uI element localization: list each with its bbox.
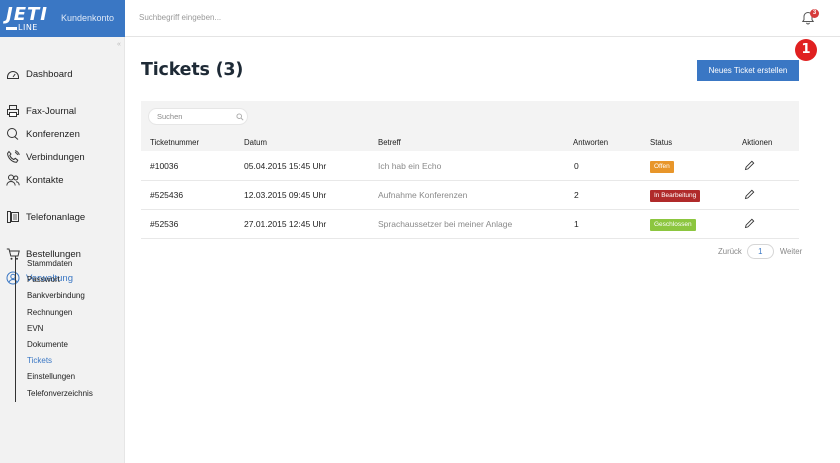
sidebar-subitem-bankverbindung[interactable]: Bankverbindung bbox=[16, 288, 93, 304]
table-row[interactable]: #10036 05.04.2015 15:45 Uhr Ich hab ein … bbox=[141, 152, 799, 181]
sidebar-subitem-telefonverzeichnis[interactable]: Telefonverzeichnis bbox=[16, 386, 93, 402]
sidebar-subitem-tickets[interactable]: Tickets bbox=[16, 353, 93, 369]
sidebar-item-kontakte[interactable]: Kontakte bbox=[6, 172, 64, 188]
new-ticket-button[interactable]: Neues Ticket erstellen bbox=[697, 60, 799, 81]
sidebar-item-telefonanlage[interactable]: Telefonanlage bbox=[6, 209, 85, 225]
ticket-answers: 1 bbox=[574, 219, 579, 229]
pagination-current-page[interactable]: 1 bbox=[746, 244, 774, 259]
collapse-sidebar-icon[interactable]: « bbox=[117, 41, 121, 48]
dashboard-icon bbox=[7, 71, 19, 79]
notification-count-badge: 3 bbox=[810, 9, 819, 18]
table-search-input[interactable] bbox=[157, 112, 231, 121]
chat-icon bbox=[7, 128, 19, 140]
jetiline-logo: JETI LINE bbox=[6, 4, 56, 32]
column-header-ticketnummer[interactable]: Ticketnummer bbox=[150, 138, 199, 147]
sidebar-item-label: Dashboard bbox=[26, 68, 73, 80]
search-icon bbox=[236, 113, 244, 121]
ticket-answers: 2 bbox=[574, 190, 579, 200]
verwaltung-subnav: Stammdaten Passwort Bankverbindung Rechn… bbox=[15, 256, 93, 402]
ticket-date: 12.03.2015 09:45 Uhr bbox=[244, 190, 327, 200]
ticket-number: #10036 bbox=[150, 161, 179, 171]
sidebar-item-dashboard[interactable]: Dashboard bbox=[6, 66, 72, 82]
sidebar-item-label: Fax-Journal bbox=[26, 105, 77, 117]
sidebar-item-label: Kontakte bbox=[26, 174, 64, 186]
table-row[interactable]: #52536 27.01.2015 12:45 Uhr Sprachausset… bbox=[141, 210, 799, 239]
sidebar-item-konferenzen[interactable]: Konferenzen bbox=[6, 126, 80, 142]
sidebar-subitem-stammdaten[interactable]: Stammdaten bbox=[16, 256, 93, 272]
status-badge: In Bearbeitung bbox=[650, 190, 701, 202]
sidebar-item-label: Konferenzen bbox=[26, 128, 80, 140]
page-title: Tickets (3) bbox=[141, 60, 244, 80]
ticket-number: #52536 bbox=[150, 219, 179, 229]
pencil-icon[interactable] bbox=[744, 160, 755, 171]
ticket-date: 27.01.2015 12:45 Uhr bbox=[244, 219, 327, 229]
phone-system-icon bbox=[7, 211, 19, 223]
status-badge: Geschlossen bbox=[650, 219, 696, 231]
pagination: Zurück 1 Weiter bbox=[718, 244, 802, 259]
column-header-antworten[interactable]: Antworten bbox=[573, 138, 608, 147]
sidebar-subitem-rechnungen[interactable]: Rechnungen bbox=[16, 305, 93, 321]
ticket-date: 05.04.2015 15:45 Uhr bbox=[244, 161, 327, 171]
sidebar-item-label: Telefonanlage bbox=[26, 211, 86, 223]
ticket-subject[interactable]: Aufnahme Konferenzen bbox=[378, 181, 467, 210]
global-search-input[interactable] bbox=[139, 13, 399, 22]
column-header-status[interactable]: Status bbox=[650, 138, 672, 147]
logo-bar bbox=[6, 27, 17, 30]
phone-icon bbox=[7, 150, 20, 163]
pagination-prev[interactable]: Zurück bbox=[718, 247, 742, 256]
sidebar-item-label: Verbindungen bbox=[26, 151, 85, 163]
tip-marker-badge: 1 bbox=[795, 39, 817, 61]
users-icon bbox=[6, 174, 20, 186]
pencil-icon[interactable] bbox=[744, 189, 755, 200]
sidebar-item-verbindungen[interactable]: Verbindungen bbox=[6, 149, 85, 165]
sidebar-subitem-dokumente[interactable]: Dokumente bbox=[16, 337, 93, 353]
status-badge: Offen bbox=[650, 161, 674, 173]
ticket-subject[interactable]: Sprachaussetzer bei meiner Anlage bbox=[378, 210, 512, 239]
pagination-next[interactable]: Weiter bbox=[780, 247, 802, 256]
pencil-icon[interactable] bbox=[744, 218, 755, 229]
ticket-answers: 0 bbox=[574, 161, 579, 171]
table-row[interactable]: #525436 12.03.2015 09:45 Uhr Aufnahme Ko… bbox=[141, 181, 799, 210]
ticket-subject[interactable]: Ich hab ein Echo bbox=[378, 152, 441, 181]
sidebar-subitem-evn[interactable]: EVN bbox=[16, 321, 93, 337]
top-bar: JETI LINE Kundenkonto 3 bbox=[0, 0, 840, 37]
column-header-datum[interactable]: Datum bbox=[244, 138, 267, 147]
ticket-number: #525436 bbox=[150, 190, 184, 200]
table-search-box[interactable] bbox=[148, 108, 248, 125]
sidebar-subitem-passwort[interactable]: Passwort bbox=[16, 272, 93, 288]
column-header-aktionen: Aktionen bbox=[742, 138, 773, 147]
column-header-betreff[interactable]: Betreff bbox=[378, 138, 401, 147]
sidebar-subitem-einstellungen[interactable]: Einstellungen bbox=[16, 369, 93, 385]
logo-subtext: LINE bbox=[18, 23, 38, 32]
sidebar-item-fax-journal[interactable]: Fax-Journal bbox=[6, 103, 76, 119]
printer-icon bbox=[7, 105, 19, 117]
brand-area[interactable]: JETI LINE Kundenkonto bbox=[0, 0, 125, 37]
logo-text: JETI bbox=[6, 4, 48, 25]
account-label: Kundenkonto bbox=[61, 13, 115, 23]
